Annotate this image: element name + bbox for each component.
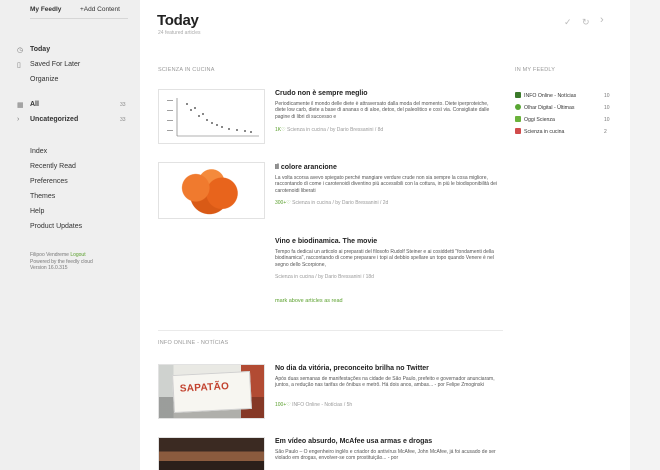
article-likes: 100+♡ <box>275 402 291 408</box>
feedly-source-count: 2 <box>604 129 607 135</box>
tab-my-feedly[interactable]: My Feedly <box>30 6 61 13</box>
sidebar: My Feedly +Add Content ◷ Today ▯ Saved F… <box>0 0 140 470</box>
feedly-source-count: 10 <box>604 117 610 123</box>
sidebar-link-recently-read[interactable]: Recently Read <box>30 163 76 170</box>
sidebar-item-uncategorized[interactable]: Uncategorized <box>30 116 78 123</box>
sidebar-link-themes[interactable]: Themes <box>30 193 55 200</box>
feedly-source-label: INFO Online - Notícias <box>524 93 577 99</box>
sidebar-item-today[interactable]: Today <box>30 46 50 53</box>
sidebar-link-index[interactable]: Index <box>30 148 47 155</box>
sidebar-item-saved-for-later[interactable]: Saved For Later <box>30 61 80 68</box>
article-title[interactable]: Em vídeo absurdo, McAfee usa armas e dro… <box>275 438 432 445</box>
article-source[interactable]: INFO Online - Notícias / 5h <box>292 402 352 408</box>
mark-as-read-link[interactable]: mark above articles as read <box>275 298 343 304</box>
article-thumbnail[interactable] <box>158 89 265 144</box>
page-title: Today <box>157 12 199 29</box>
article-likes: 300+♡ <box>275 200 291 206</box>
sidebar-count-all: 33 <box>120 102 126 108</box>
protest-sign: SAPATÃO <box>172 370 252 414</box>
scienza-in-cucina-icon <box>515 128 521 134</box>
feedly-source-label: Olhar Digital - Últimas <box>524 105 575 111</box>
page-subtitle: 24 featured articles <box>158 30 201 36</box>
article-summary: Após duas semanas de manifestações na ci… <box>275 376 495 389</box>
feedly-source-count: 10 <box>604 105 610 111</box>
sidebar-link-product-updates[interactable]: Product Updates <box>30 223 82 230</box>
footer-powered: Powered by the feedly cloud <box>30 258 93 265</box>
feedly-source-olhar-digital[interactable]: Olhar Digital - Últimas <box>515 104 574 111</box>
right-gutter <box>630 0 660 470</box>
sidebar-link-help[interactable]: Help <box>30 208 44 215</box>
article-source[interactable]: Scienza in cucina / by Dario Bressanini … <box>287 127 383 133</box>
chevron-right-icon[interactable]: › <box>600 14 604 26</box>
section-divider <box>158 330 503 331</box>
main-content: Today 24 featured articles ✓ ↻ › SCIENZA… <box>140 0 630 470</box>
feedly-source-info-online[interactable]: INFO Online - Notícias <box>515 92 576 99</box>
checkmark-icon[interactable]: ✓ <box>564 17 572 28</box>
article-summary: São Paulo – O engenheiro inglês e criado… <box>275 449 496 462</box>
article-meta: Scienza in cucina / by Dario Bressanini … <box>275 274 374 280</box>
article-summary: La volta scorsa avevo spiegato perché ma… <box>275 175 498 194</box>
article-source[interactable]: Scienza in cucina / by Dario Bressanini … <box>275 274 374 280</box>
feedly-source-count: 10 <box>604 93 610 99</box>
olhar-digital-icon <box>515 104 521 110</box>
sidebar-footer: Filipoo Vendreme Logout Powered by the f… <box>30 252 93 272</box>
feedly-source-label: Scienza in cucina <box>524 129 565 135</box>
feedly-source-scienza-in-cucina[interactable]: Scienza in cucina <box>515 128 564 135</box>
article-title[interactable]: Crudo non è sempre meglio <box>275 90 368 97</box>
footer-user: Filipoo Vendreme <box>30 252 69 258</box>
tabs-underline <box>30 18 128 19</box>
article-meta: 1K♡ Scienza in cucina / by Dario Bressan… <box>275 127 383 133</box>
feedly-source-label: Oggi Scienza <box>524 117 555 123</box>
article-title[interactable]: No dia da vitória, preconceito brilha no… <box>275 365 429 372</box>
sidebar-item-all[interactable]: All <box>30 101 39 108</box>
bookmark-icon: ▯ <box>17 62 21 69</box>
all-icon: ▦ <box>17 102 24 109</box>
chevron-right-icon[interactable]: › <box>17 116 19 123</box>
in-my-feedly-label: IN MY FEEDLY <box>515 67 556 73</box>
article-thumbnail[interactable] <box>158 162 265 219</box>
refresh-icon[interactable]: ↻ <box>582 17 590 28</box>
article-meta: 300+♡ Scienza in cucina / by Dario Bress… <box>275 200 388 206</box>
sidebar-link-preferences[interactable]: Preferences <box>30 178 68 185</box>
article-title[interactable]: Il colore arancione <box>275 164 337 171</box>
article-source[interactable]: Scienza in cucina / by Dario Bressanini … <box>292 200 388 206</box>
article-summary: Tempo fa dedicai un articolo ai preparat… <box>275 249 494 268</box>
sidebar-item-organize[interactable]: Organize <box>30 76 58 83</box>
section-label-scienza[interactable]: SCIENZA IN CUCINA <box>158 67 215 73</box>
sidebar-count-uncategorized: 33 <box>120 117 126 123</box>
section-label-info-online[interactable]: INFO ONLINE - NOTÍCIAS <box>158 340 228 346</box>
tab-add-content[interactable]: +Add Content <box>80 6 120 13</box>
chart-thumbnail-image <box>159 90 264 143</box>
article-summary: Periodicamente il mondo delle diete è at… <box>275 101 490 120</box>
protest-sign-text: SAPATÃO <box>179 381 230 395</box>
article-likes: 1K♡ <box>275 127 286 133</box>
article-title[interactable]: Vino e biodinamica. The movie <box>275 238 377 245</box>
article-meta: 100+♡ INFO Online - Notícias / 5h <box>275 402 352 408</box>
article-thumbnail[interactable]: SAPATÃO <box>158 364 265 419</box>
info-online-icon <box>515 92 521 98</box>
article-thumbnail[interactable] <box>158 437 265 470</box>
logout-link[interactable]: Logout <box>70 252 85 258</box>
feedly-source-oggi-scienza[interactable]: Oggi Scienza <box>515 116 555 123</box>
today-icon: ◷ <box>17 47 24 54</box>
footer-version: Version 16.0.315 <box>30 265 68 272</box>
oggi-scienza-icon <box>515 116 521 122</box>
